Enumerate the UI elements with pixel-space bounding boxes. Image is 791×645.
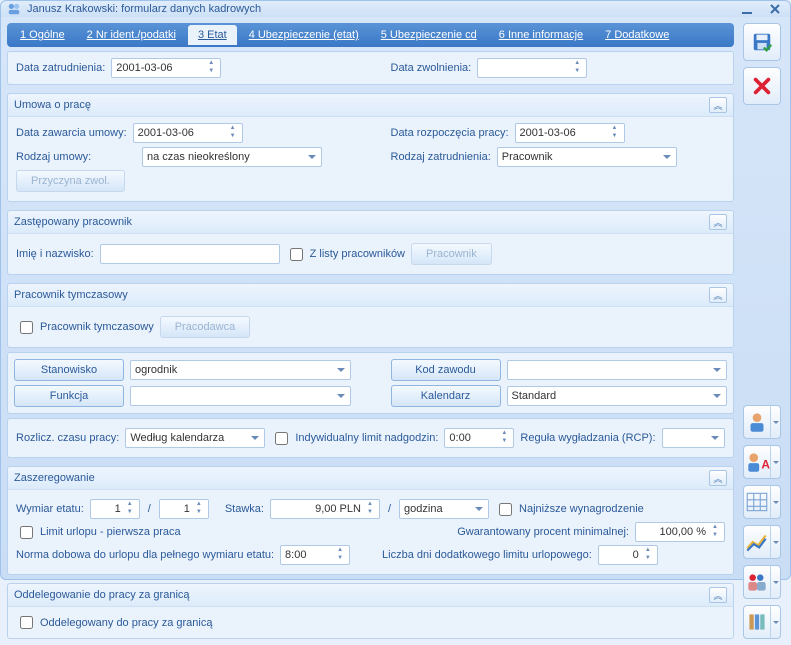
group-zastep-legend: Zastępowany pracownik [14, 216, 132, 228]
regula-label: Reguła wygładzania (RCP): [520, 432, 655, 444]
save-button[interactable] [743, 23, 781, 61]
collapse-zastep[interactable]: ︽ [709, 214, 727, 230]
sidebar-btn-person[interactable] [743, 405, 781, 439]
group-tymcz-legend: Pracownik tymczasowy [14, 289, 128, 301]
app-icon [7, 2, 21, 16]
regula-combo[interactable] [662, 428, 725, 448]
gwarant-input[interactable]: 100,00 %▲▼ [635, 522, 725, 542]
collapse-tymcz[interactable]: ︽ [709, 287, 727, 303]
slash: / [146, 503, 153, 515]
sidebar-btn-person-a[interactable]: A [743, 445, 781, 479]
hire-date-input[interactable]: 2001-03-06▲▼ [111, 58, 221, 78]
zawarcie-date[interactable]: 2001-03-06▲▼ [133, 123, 243, 143]
group-zaszer-legend: Zaszeregowanie [14, 472, 95, 484]
liczba-dni-label: Liczba dni dodatkowego limitu urlopowego… [382, 549, 592, 561]
group-zaszeregowanie: Zaszeregowanie ︽ Wymiar etatu: 1▲▼ / 1▲▼… [7, 466, 734, 575]
limit-urlop-checkbox[interactable]: Limit urlopu - pierwsza praca [16, 523, 181, 542]
wymiar-label: Wymiar etatu: [16, 503, 84, 515]
group-tymczasowy: Pracownik tymczasowy ︽ Pracownik tymczas… [7, 283, 734, 348]
pracodawca-button[interactable]: Pracodawca [160, 316, 251, 338]
norma-input[interactable]: 8:00▲▼ [280, 545, 350, 565]
funkcja-combo[interactable] [130, 386, 351, 406]
group-oddel-legend: Oddelegowanie do pracy za granicą [14, 589, 190, 601]
rozpoczecie-date[interactable]: 2001-03-06▲▼ [515, 123, 625, 143]
stawka-input[interactable]: 9,00 PLN▲▼ [270, 499, 380, 519]
rozlicz-panel: Rozlicz. czasu pracy: Według kalendarza … [7, 418, 734, 458]
stanowisko-button[interactable]: Stanowisko [14, 359, 124, 381]
pracownik-button[interactable]: Pracownik [411, 243, 492, 265]
collapse-umowa[interactable]: ︽ [709, 97, 727, 113]
sidebar-btn-people[interactable] [743, 565, 781, 599]
kod-zawodu-button[interactable]: Kod zawodu [391, 359, 501, 381]
rodzaj-zatr-combo[interactable]: Pracownik [497, 147, 677, 167]
ind-limit-checkbox[interactable]: Indywidualny limit nadgodzin: [271, 429, 438, 448]
tab-strip: 1 Ogólne 2 Nr ident./podatki 3 Etat 4 Ub… [7, 23, 734, 47]
hr-form-window: Janusz Krakowski: formularz danych kadro… [0, 0, 791, 580]
rodzaj-umowy-label: Rodzaj umowy: [16, 151, 136, 163]
stanowisko-combo[interactable]: ogrodnik [130, 360, 351, 380]
kod-zawodu-combo[interactable] [507, 360, 728, 380]
ind-limit-input[interactable]: 0:00▲▼ [444, 428, 514, 448]
kalendarz-combo[interactable]: Standard [507, 386, 728, 406]
rodzaj-umowy-combo[interactable]: na czas nieokreślony [142, 147, 322, 167]
gwarant-label: Gwarantowany procent minimalnej: [457, 526, 629, 538]
najnizsze-checkbox[interactable]: Najniższe wynagrodzenie [495, 500, 644, 519]
zlisty-checkbox[interactable]: Z listy pracowników [286, 245, 405, 264]
tab-ogolne[interactable]: 1 Ogólne [10, 25, 75, 45]
zawarcie-label: Data zawarcia umowy: [16, 127, 127, 139]
position-panel: Stanowisko ogrodnik Kod zawodu Funkcja K… [7, 352, 734, 414]
rozpoczecie-label: Data rozpoczęcia pracy: [391, 127, 509, 139]
norma-label: Norma dobowa do urlopu dla pełnego wymia… [16, 549, 274, 561]
top-dates-panel: Data zatrudnienia: 2001-03-06▲▼ Data zwo… [7, 51, 734, 85]
minimize-button[interactable] [738, 1, 756, 17]
cancel-button[interactable] [743, 67, 781, 105]
wymiar-b-input[interactable]: 1▲▼ [159, 499, 209, 519]
tab-etat[interactable]: 3 Etat [188, 25, 237, 45]
tab-ubezp-cd[interactable]: 5 Ubezpieczenie cd [371, 25, 487, 45]
hire-date-label: Data zatrudnienia: [16, 62, 105, 74]
tymczasowy-checkbox[interactable]: Pracownik tymczasowy [16, 318, 154, 337]
fire-date-input[interactable]: ▲▼ [477, 58, 587, 78]
tab-inne[interactable]: 6 Inne informacje [489, 25, 593, 45]
wymiar-a-input[interactable]: 1▲▼ [90, 499, 140, 519]
sidebar-btn-books[interactable] [743, 605, 781, 639]
przyczyna-zwol-button[interactable]: Przyczyna zwol. [16, 170, 125, 192]
stawka-per-combo[interactable]: godzina [399, 499, 489, 519]
group-umowa-legend: Umowa o pracę [14, 99, 91, 111]
svg-text:A: A [761, 458, 770, 472]
kalendarz-button[interactable]: Kalendarz [391, 385, 501, 407]
group-zastep: Zastępowany pracownik ︽ Imię i nazwisko:… [7, 210, 734, 275]
window-title: Janusz Krakowski: formularz danych kadro… [27, 3, 738, 15]
liczba-dni-input[interactable]: 0▲▼ [598, 545, 658, 565]
imie-label: Imię i nazwisko: [16, 248, 94, 260]
oddelegowany-checkbox[interactable]: Oddelegowany do pracy za granicą [16, 613, 725, 632]
group-oddelegowanie: Oddelegowanie do pracy za granicą ︽ Odde… [7, 583, 734, 639]
stawka-label: Stawka: [225, 503, 264, 515]
tab-ubezp-etat[interactable]: 4 Ubezpieczenie (etat) [239, 25, 369, 45]
collapse-zaszer[interactable]: ︽ [709, 470, 727, 486]
rozlicz-combo[interactable]: Według kalendarza [125, 428, 265, 448]
collapse-oddel[interactable]: ︽ [709, 587, 727, 603]
rozlicz-label: Rozlicz. czasu pracy: [16, 432, 119, 444]
tab-nrident[interactable]: 2 Nr ident./podatki [77, 25, 186, 45]
sidebar-btn-chart[interactable] [743, 525, 781, 559]
right-toolbar: A [740, 23, 784, 639]
fire-date-label: Data zwolnienia: [391, 62, 472, 74]
imie-input[interactable] [100, 244, 280, 264]
group-umowa: Umowa o pracę ︽ Data zawarcia umowy: 200… [7, 93, 734, 202]
sidebar-btn-grid[interactable] [743, 485, 781, 519]
rodzaj-zatr-label: Rodzaj zatrudnienia: [391, 151, 491, 163]
funkcja-button[interactable]: Funkcja [14, 385, 124, 407]
titlebar: Janusz Krakowski: formularz danych kadro… [1, 1, 790, 17]
close-button[interactable] [766, 1, 784, 17]
tab-dodatkowe[interactable]: 7 Dodatkowe [595, 25, 679, 45]
